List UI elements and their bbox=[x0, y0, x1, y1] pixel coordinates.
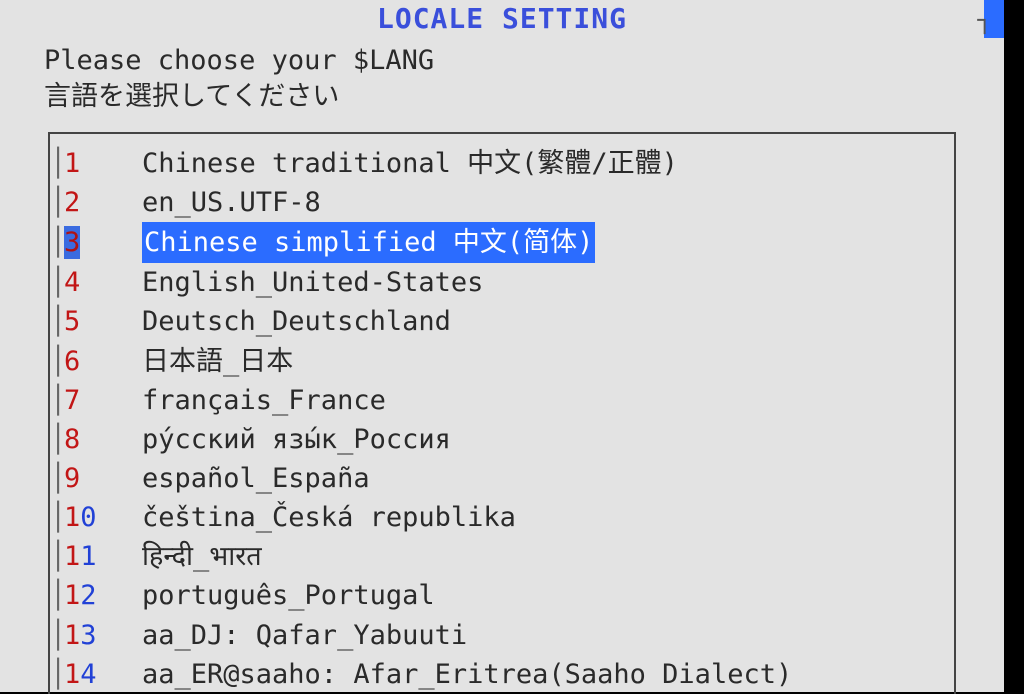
row-label: português_Portugal bbox=[142, 576, 435, 615]
locale-item[interactable]: │14aa_ER@saaho: Afar_Eritrea(Saaho Diale… bbox=[50, 655, 954, 694]
row-border-icon: │ bbox=[50, 459, 64, 498]
locale-item[interactable]: │2en_US.UTF-8 bbox=[50, 183, 954, 222]
locale-item[interactable]: │11हिन्दी_भारत bbox=[50, 537, 954, 576]
border-corner-icon: ┐ bbox=[978, 6, 992, 34]
row-number: 1 bbox=[64, 144, 142, 183]
locale-item[interactable]: │1Chinese traditional 中文(繁體/正體) bbox=[50, 144, 954, 183]
row-number: 11 bbox=[64, 537, 142, 576]
row-border-icon: │ bbox=[50, 302, 64, 341]
row-number: 2 bbox=[64, 183, 142, 222]
row-number: 7 bbox=[64, 381, 142, 420]
row-label: en_US.UTF-8 bbox=[142, 183, 321, 222]
row-number: 4 bbox=[64, 263, 142, 302]
row-number: 8 bbox=[64, 420, 142, 459]
row-label: français_France bbox=[142, 381, 386, 420]
row-label: čeština_Česká republika bbox=[142, 498, 516, 537]
row-number: 12 bbox=[64, 576, 142, 615]
locale-list[interactable]: │1Chinese traditional 中文(繁體/正體)│2en_US.U… bbox=[48, 132, 956, 694]
row-number: 3 bbox=[64, 223, 142, 262]
title-bar: LOCALE SETTING ┐ bbox=[0, 0, 1004, 35]
prompt-text: Please choose your $LANG 言語を選択してください bbox=[0, 35, 1004, 118]
row-border-icon: │ bbox=[50, 655, 64, 694]
row-label: español_España bbox=[142, 459, 370, 498]
locale-item[interactable]: │3Chinese simplified 中文(简体) bbox=[50, 222, 954, 263]
locale-item[interactable]: │12português_Portugal bbox=[50, 576, 954, 615]
row-border-icon: │ bbox=[50, 381, 64, 420]
row-border-icon: │ bbox=[50, 498, 64, 537]
locale-item[interactable]: │5Deutsch_Deutschland bbox=[50, 302, 954, 341]
row-border-icon: │ bbox=[50, 576, 64, 615]
row-number: 5 bbox=[64, 302, 142, 341]
row-label: Chinese simplified 中文(简体) bbox=[142, 222, 595, 263]
row-border-icon: │ bbox=[50, 263, 64, 302]
row-number: 14 bbox=[64, 655, 142, 694]
row-label: Deutsch_Deutschland bbox=[142, 302, 451, 341]
row-border-icon: │ bbox=[50, 223, 64, 262]
row-border-icon: │ bbox=[50, 144, 64, 183]
row-label: aa_ER@saaho: Afar_Eritrea(Saaho Dialect) bbox=[142, 655, 792, 694]
locale-item[interactable]: │8ру́сский язы́к_Россия bbox=[50, 420, 954, 459]
locale-item[interactable]: │6日本語_日本 bbox=[50, 342, 954, 381]
locale-item[interactable]: │7français_France bbox=[50, 381, 954, 420]
row-label: 日本語_日本 bbox=[142, 342, 293, 381]
row-label: English_United-States bbox=[142, 263, 483, 302]
row-border-icon: │ bbox=[50, 342, 64, 381]
row-number: 10 bbox=[64, 498, 142, 537]
dialog-title: LOCALE SETTING bbox=[377, 2, 627, 35]
row-border-icon: │ bbox=[50, 616, 64, 655]
row-number: 9 bbox=[64, 459, 142, 498]
row-number: 13 bbox=[64, 616, 142, 655]
row-label: Chinese traditional 中文(繁體/正體) bbox=[142, 144, 678, 183]
row-label: aa_DJ: Qafar_Yabuuti bbox=[142, 616, 467, 655]
locale-item[interactable]: │13aa_DJ: Qafar_Yabuuti bbox=[50, 616, 954, 655]
locale-item[interactable]: │9español_España bbox=[50, 459, 954, 498]
prompt-line-jp: 言語を選択してください bbox=[44, 79, 960, 115]
row-label: हिन्दी_भारत bbox=[142, 537, 262, 576]
locale-dialog: LOCALE SETTING ┐ Please choose your $LAN… bbox=[0, 0, 1004, 692]
row-label: ру́сский язы́к_Россия bbox=[142, 420, 451, 459]
prompt-line-en: Please choose your $LANG bbox=[44, 43, 960, 79]
row-border-icon: │ bbox=[50, 420, 64, 459]
locale-item[interactable]: │10čeština_Česká republika bbox=[50, 498, 954, 537]
locale-item[interactable]: │4English_United-States bbox=[50, 263, 954, 302]
row-border-icon: │ bbox=[50, 537, 64, 576]
row-border-icon: │ bbox=[50, 183, 64, 222]
row-number: 6 bbox=[64, 342, 142, 381]
